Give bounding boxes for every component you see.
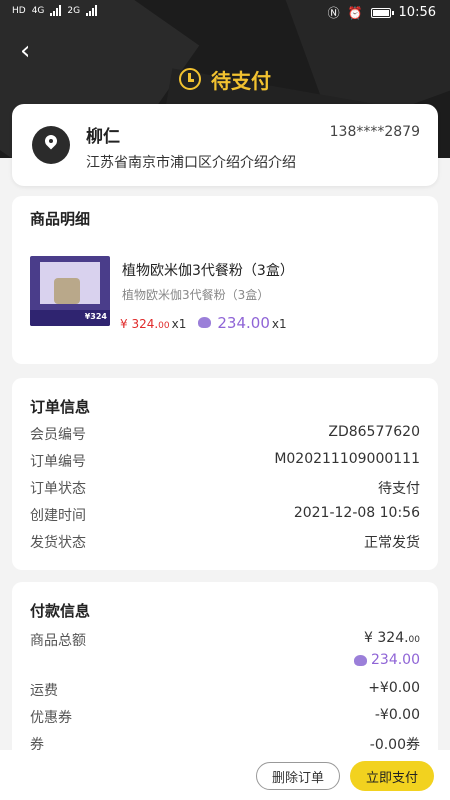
chevron-left-icon: ‹: [20, 36, 31, 66]
order-info-value: 待支付: [378, 481, 420, 497]
address-card[interactable]: 柳仁 138****2879 江苏省南京市浦口区介绍介绍介绍: [12, 104, 438, 186]
order-info-label: 订单状态: [30, 481, 86, 497]
product-price-dec: 00: [158, 321, 170, 331]
order-info-row: 发货状态 正常发货: [30, 532, 420, 552]
payment-value: +¥0.00: [368, 680, 420, 696]
order-info-label: 会员编号: [30, 427, 86, 443]
payment-total-points: 234.00: [371, 652, 420, 668]
order-info-row: 创建时间 2021-12-08 10:56: [30, 505, 420, 525]
payment-total-int: ¥ 324.: [364, 630, 409, 646]
thumbnail-price: ¥324: [84, 312, 107, 321]
order-info-row: 订单编号 M020211109000111: [30, 451, 420, 471]
product-points: 234.00: [217, 314, 270, 332]
payment-total-dec: 00: [408, 635, 420, 645]
recipient-phone: 138****2879: [329, 124, 420, 140]
alarm-icon: ⏰: [347, 5, 363, 20]
product-price: ¥ 324.00: [120, 317, 170, 331]
recipient-name: 柳仁: [86, 127, 120, 147]
product-name[interactable]: 植物欧米伽3代餐粉（3盒）: [122, 260, 294, 280]
order-info-value: M020211109000111: [274, 451, 420, 467]
order-info-label: 发货状态: [30, 535, 86, 551]
order-info-value: 2021-12-08 10:56: [293, 505, 420, 521]
back-button[interactable]: ‹: [20, 38, 46, 66]
status-bar: HD 4G 2G Ⓝ ⏰ 10:56: [0, 0, 450, 26]
payment-value: -¥0.00: [374, 707, 420, 723]
page-title-row: 待支付: [0, 64, 450, 94]
product-section-title: 商品明细: [30, 210, 91, 228]
nfc-icon: Ⓝ: [327, 6, 340, 20]
clock-icon: [179, 68, 201, 90]
product-thumbnail[interactable]: ¥324: [30, 256, 110, 326]
points-gem-icon: [354, 654, 367, 666]
product-section: 商品明细 ¥324 植物欧米伽3代餐粉（3盒） 植物欧米伽3代餐粉（3盒） ¥ …: [12, 196, 438, 364]
status-time: 10:56: [398, 5, 436, 20]
payment-row: 运费 +¥0.00: [30, 680, 420, 700]
order-info-value: 正常发货: [364, 535, 420, 551]
network-2g-indicator: 2G: [67, 5, 81, 16]
payment-info-section: 付款信息 商品总额 ¥ 324.00 234.00 运费 +¥0.00 优惠券 …: [12, 582, 438, 762]
payment-label: 运费: [30, 683, 58, 699]
location-pin-icon: [32, 126, 70, 164]
order-info-title: 订单信息: [30, 398, 91, 416]
order-info-row: 会员编号 ZD86577620: [30, 424, 420, 444]
signal-icon: [50, 5, 62, 16]
payment-total-label: 商品总额: [30, 633, 86, 649]
product-points-qty: x1: [271, 317, 287, 331]
page-title: 待支付: [211, 68, 271, 93]
order-info-value: ZD86577620: [328, 424, 420, 440]
product-price-row: ¥ 324.00 x1 234.00 x1: [120, 314, 297, 332]
order-info-label: 创建时间: [30, 508, 86, 524]
bottom-action-bar: 删除订单 立即支付: [0, 750, 450, 800]
order-info-row: 订单状态 待支付: [30, 478, 420, 498]
thumbnail-jar: [54, 278, 80, 304]
product-price-int: ¥ 324.: [120, 317, 159, 331]
payment-points-row: 234.00: [354, 652, 420, 668]
payment-label: 优惠券: [30, 710, 72, 726]
product-price-qty: x1: [171, 317, 187, 331]
order-info-label: 订单编号: [30, 454, 86, 470]
payment-row: 优惠券 -¥0.00: [30, 707, 420, 727]
product-spec: 植物欧米伽3代餐粉（3盒）: [122, 288, 270, 302]
hd-indicator: HD: [12, 5, 26, 16]
recipient-address: 江苏省南京市浦口区介绍介绍介绍: [86, 155, 296, 171]
delete-order-button[interactable]: 删除订单: [256, 762, 340, 790]
payment-total-value: ¥ 324.00: [364, 630, 420, 646]
payment-total-row: 商品总额 ¥ 324.00: [30, 630, 420, 650]
signal-icon: [86, 5, 98, 16]
network-4g-indicator: 4G: [31, 5, 45, 16]
payment-info-title: 付款信息: [30, 602, 91, 620]
pay-now-button[interactable]: 立即支付: [350, 761, 434, 791]
points-gem-icon: [198, 317, 212, 328]
battery-icon: [370, 7, 394, 18]
order-info-section: 订单信息 会员编号 ZD86577620 订单编号 M0202111090001…: [12, 378, 438, 570]
